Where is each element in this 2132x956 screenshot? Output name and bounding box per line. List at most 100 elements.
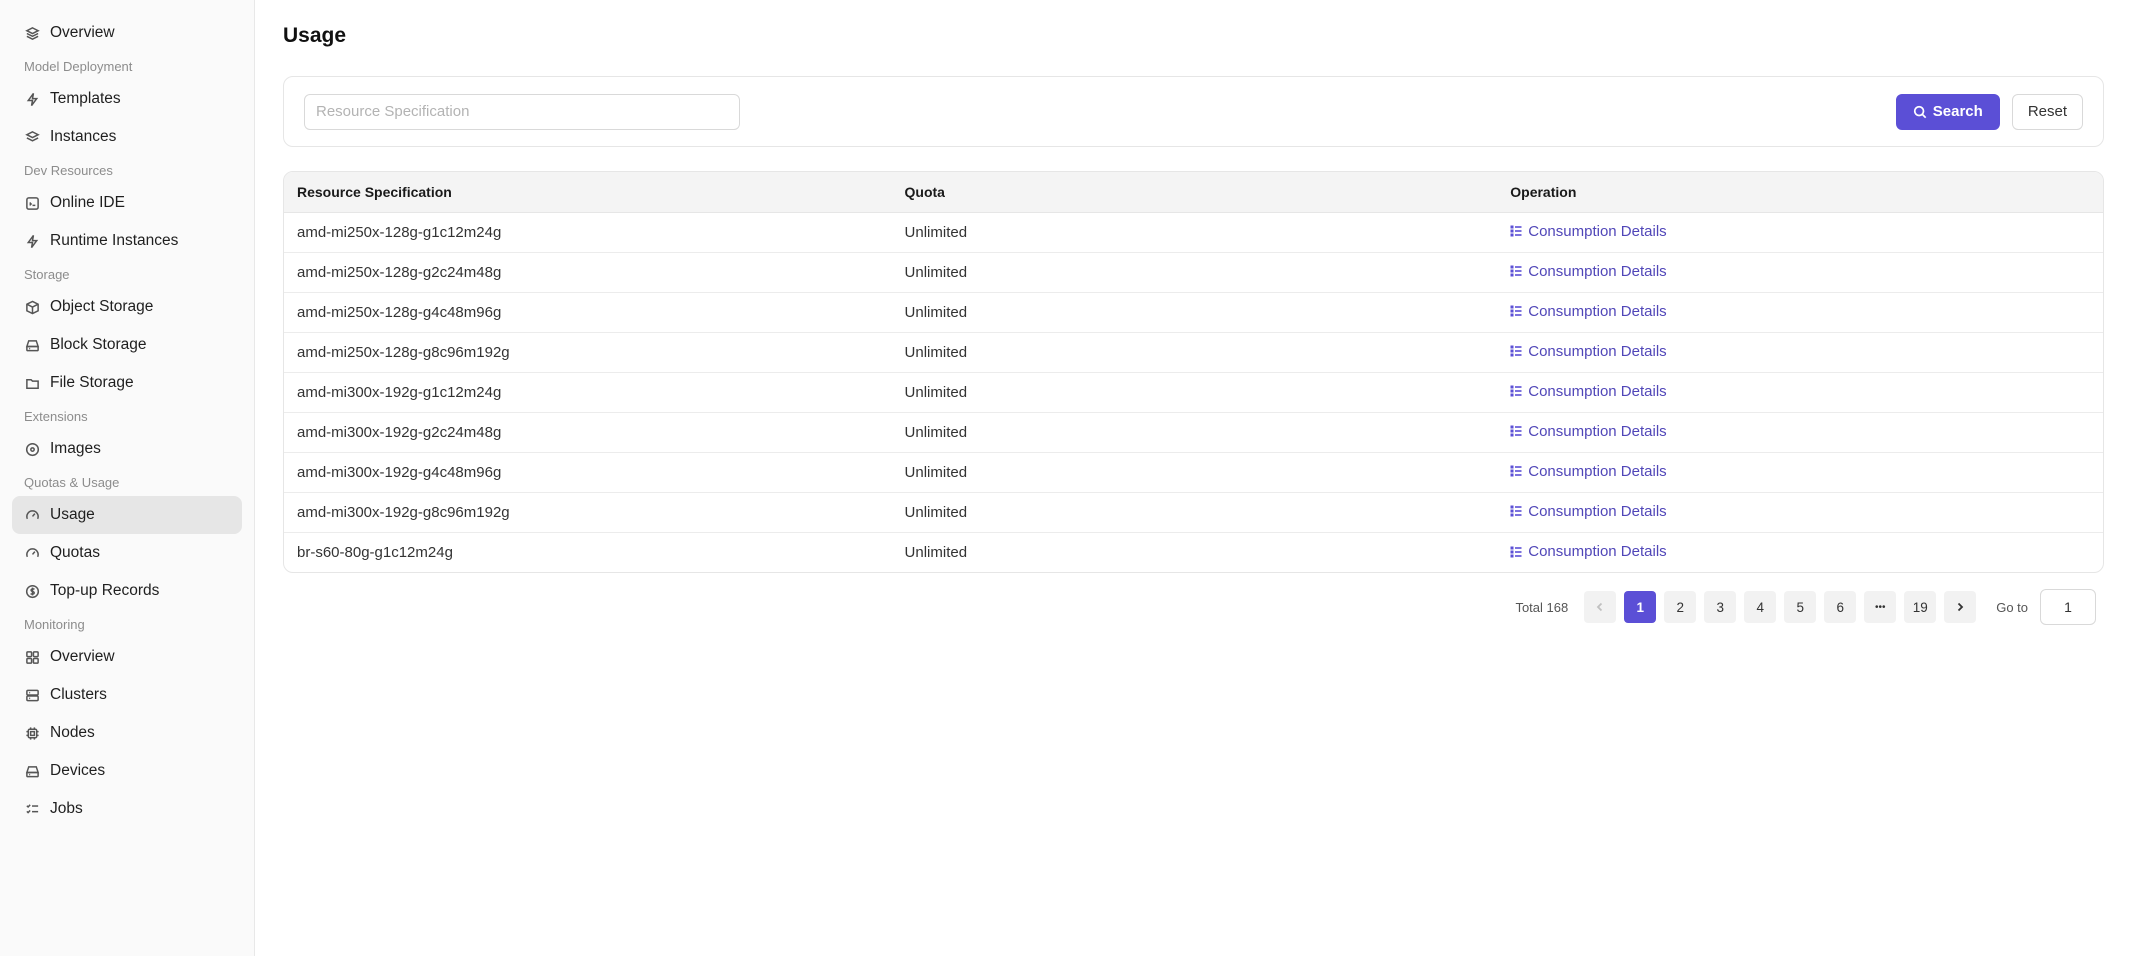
sidebar-item-devices[interactable]: Devices (12, 752, 242, 790)
sidebar-item-object-storage[interactable]: Object Storage (12, 288, 242, 326)
table-header-row: Resource Specification Quota Operation (284, 172, 2103, 213)
chevron-right-icon (1958, 602, 1964, 612)
table-row: amd-mi250x-128g-g8c96m192g Unlimited Consu… (284, 332, 2103, 373)
cell-operation: Consumption Details (1497, 372, 2103, 413)
consumption-details-label: Consumption Details (1528, 462, 1667, 480)
folder-icon (24, 375, 40, 391)
sidebar-item-overview[interactable]: Overview (12, 14, 242, 52)
list-details-icon (1510, 465, 1522, 477)
cell-operation: Consumption Details (1497, 212, 2103, 253)
consumption-details-label: Consumption Details (1528, 502, 1667, 520)
sidebar-item-label: Runtime Instances (50, 232, 179, 249)
code-window-icon (24, 195, 40, 211)
pagination-next-button[interactable] (1944, 591, 1977, 623)
sidebar-item-label: File Storage (50, 374, 134, 391)
consumption-details-label: Consumption Details (1528, 222, 1667, 240)
consumption-details-link[interactable]: Consumption Details (1510, 462, 1667, 480)
list-details-icon (1510, 265, 1522, 277)
consumption-details-label: Consumption Details (1528, 302, 1667, 320)
column-header-resource-specification: Resource Specification (284, 172, 892, 213)
consumption-details-link[interactable]: Consumption Details (1510, 263, 1667, 280)
pagination-page-2[interactable]: 2 (1664, 591, 1697, 623)
cell-quota: Unlimited (891, 452, 1498, 493)
sidebar-item-label: Usage (50, 506, 95, 523)
sidebar-item-nodes[interactable]: Nodes (12, 714, 242, 752)
sidebar-item-block-storage[interactable]: Block Storage (12, 326, 242, 364)
sidebar-item-top-up-records[interactable]: Top-up Records (12, 572, 242, 610)
sidebar-group-label: Storage (24, 266, 70, 282)
drive-icon (24, 763, 40, 779)
cell-quota: Unlimited (891, 292, 1498, 333)
pagination-prev-button[interactable] (1584, 591, 1617, 623)
pagination-page-5[interactable]: 5 (1784, 591, 1817, 623)
consumption-details-link[interactable]: Consumption Details (1510, 502, 1667, 520)
cell-resource-specification: amd-mi300x-192g-g1c12m24g (284, 372, 892, 413)
sidebar-item-label: Nodes (50, 724, 95, 741)
sidebar-item-runtime-instances[interactable]: Runtime Instances (12, 222, 242, 260)
sidebar-group-label: Dev Resources (24, 162, 113, 178)
pagination-page-3[interactable]: 3 (1704, 591, 1737, 623)
cell-operation: Consumption Details (1497, 492, 2103, 533)
consumption-details-link[interactable]: Consumption Details (1510, 423, 1667, 440)
sidebar-group-label: Extensions (24, 408, 88, 424)
pagination-page-4[interactable]: 4 (1744, 591, 1777, 623)
sidebar-item-label: Online IDE (50, 194, 125, 211)
pagination-page-19[interactable]: 19 (1904, 591, 1937, 623)
sidebar-item-monitoring-overview[interactable]: Overview (12, 638, 242, 676)
cell-resource-specification: amd-mi300x-192g-g4c48m96g (284, 452, 892, 493)
cell-operation: Consumption Details (1497, 452, 2103, 493)
sidebar-item-templates[interactable]: Templates (12, 80, 242, 118)
bolt-icon (24, 233, 40, 249)
cell-operation: Consumption Details (1497, 412, 2103, 453)
cell-resource-specification: amd-mi250x-128g-g8c96m192g (284, 332, 892, 373)
consumption-details-link[interactable]: Consumption Details (1510, 342, 1667, 360)
pagination: Total 168 1 2 3 4 5 6 ••• 19 Go to (283, 589, 2104, 625)
list-details-icon (1510, 505, 1522, 517)
consumption-details-link[interactable]: Consumption Details (1510, 383, 1667, 400)
filter-actions: Search Reset (1895, 93, 2083, 130)
cell-operation: Consumption Details (1497, 332, 2103, 373)
cell-resource-specification: amd-mi300x-192g-g8c96m192g (284, 492, 892, 533)
sidebar-item-jobs[interactable]: Jobs (12, 790, 242, 828)
sidebar-item-file-storage[interactable]: File Storage (12, 364, 242, 402)
pagination-ellipsis[interactable]: ••• (1864, 591, 1897, 623)
usage-table: Resource Specification Quota Operation a… (283, 171, 2104, 573)
consumption-details-link[interactable]: Consumption Details (1510, 302, 1667, 320)
search-button[interactable]: Search (1895, 93, 2000, 130)
goto-page-input[interactable] (2040, 589, 2096, 625)
pagination-page-6[interactable]: 6 (1824, 591, 1857, 623)
resource-spec-search-input[interactable] (304, 93, 740, 130)
sidebar-item-label: Jobs (50, 800, 83, 817)
cell-resource-specification: amd-mi250x-128g-g4c48m96g (284, 292, 892, 333)
consumption-details-link[interactable]: Consumption Details (1510, 222, 1667, 240)
consumption-details-label: Consumption Details (1528, 543, 1667, 560)
sidebar-item-online-ide[interactable]: Online IDE (12, 184, 242, 222)
sidebar-item-images[interactable]: Images (12, 430, 242, 468)
consumption-details-link[interactable]: Consumption Details (1510, 543, 1667, 560)
gauge-icon (24, 545, 40, 561)
list-details-icon (1510, 305, 1522, 317)
coin-icon (24, 583, 40, 599)
stack-icon (24, 129, 40, 145)
consumption-details-label: Consumption Details (1528, 342, 1667, 360)
reset-button[interactable]: Reset (2011, 93, 2083, 130)
cell-resource-specification: amd-mi250x-128g-g1c12m24g (284, 212, 892, 253)
main-content: Usage Search Reset Resource Specificatio… (255, 0, 2132, 956)
table-row: amd-mi300x-192g-g4c48m96g Unlimited Consum… (284, 452, 2103, 493)
cell-operation: Consumption Details (1497, 532, 2103, 572)
sidebar-item-usage[interactable]: Usage (12, 496, 242, 534)
list-details-icon (1510, 345, 1522, 357)
goto-label: Go to (1996, 599, 2028, 615)
gauge-icon (24, 507, 40, 523)
sidebar-group-label: Monitoring (24, 616, 85, 632)
sidebar-item-clusters[interactable]: Clusters (12, 676, 242, 714)
sidebar-item-label: Devices (50, 762, 106, 779)
table-row: br-s60-80g-g1c12m24g Unlimited Consumption… (284, 532, 2103, 572)
sidebar-item-quotas[interactable]: Quotas (12, 534, 242, 572)
table-row: amd-mi300x-192g-g2c24m48g Unlimited Consum… (284, 412, 2103, 453)
sidebar-item-label: Overview (50, 648, 115, 665)
sidebar-item-label: Clusters (50, 686, 107, 703)
pagination-page-1[interactable]: 1 (1624, 591, 1657, 623)
sidebar-item-instances[interactable]: Instances (12, 118, 242, 156)
sidebar-item-label: Top-up Records (50, 582, 160, 599)
